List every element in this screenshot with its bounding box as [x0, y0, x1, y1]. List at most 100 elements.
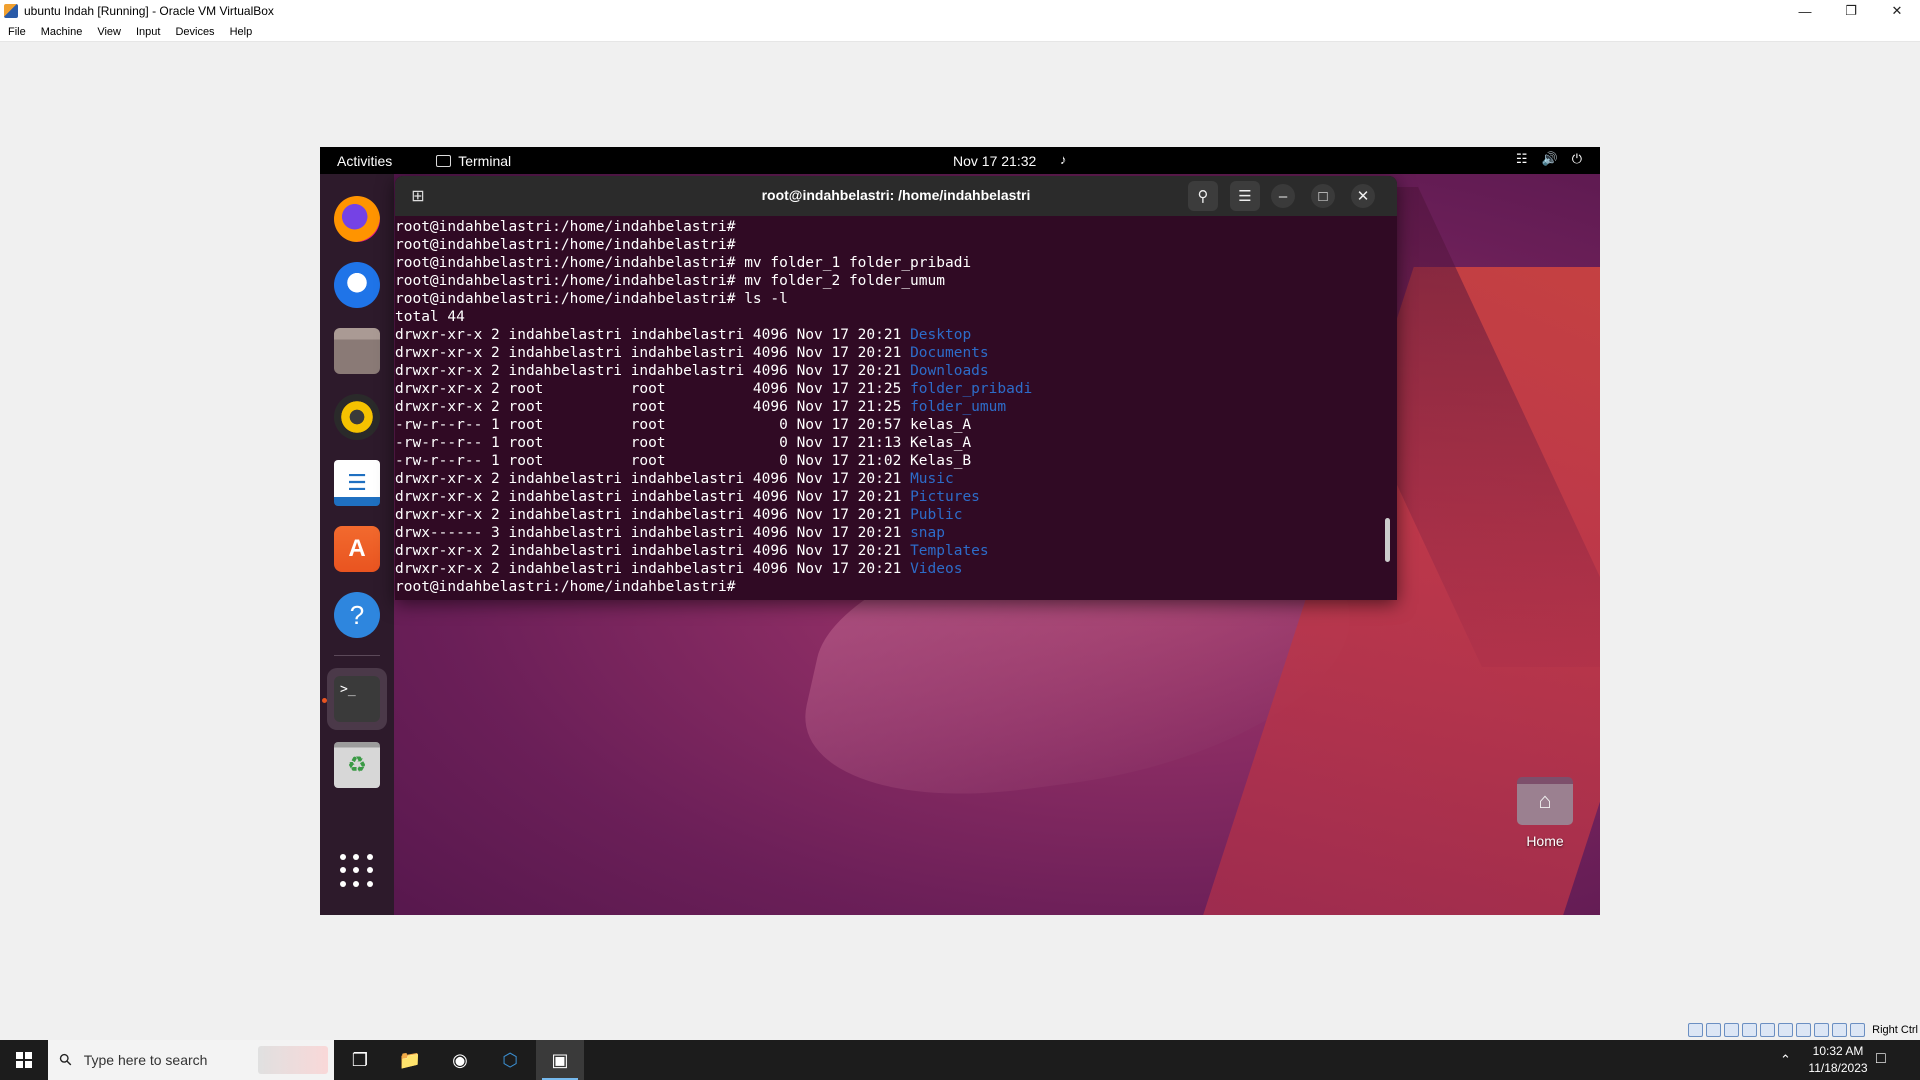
terminal-line-text: root@indahbelastri:/home/indahbelastri# — [395, 579, 736, 595]
directory-name: Music — [910, 471, 954, 487]
app-center-icon[interactable]: A — [334, 526, 380, 572]
directory-name: folder_pribadi — [910, 381, 1033, 397]
show-applications-icon[interactable] — [340, 854, 374, 888]
menu-machine[interactable]: Machine — [41, 26, 83, 38]
close-icon[interactable]: ✕ — [1351, 184, 1375, 208]
close-button[interactable]: ✕ — [1874, 0, 1920, 22]
terminal-line: root@indahbelastri:/home/indahbelastri# — [395, 578, 1385, 596]
desktop-home-icon[interactable]: ⌂ Home — [1500, 777, 1590, 849]
menu-devices[interactable]: Devices — [175, 26, 214, 38]
terminal-line-text: drwx------ 3 indahbelastri indahbelastri… — [395, 525, 911, 541]
terminal-line: drwx------ 3 indahbelastri indahbelastri… — [395, 524, 1385, 542]
menu-help[interactable]: Help — [230, 26, 253, 38]
files-icon[interactable] — [334, 328, 380, 374]
terminal-line-text: root@indahbelastri:/home/indahbelastri# … — [395, 291, 788, 307]
host-titlebar: ubuntu Indah [Running] - Oracle VM Virtu… — [0, 0, 1920, 22]
help-icon[interactable]: ? — [334, 592, 380, 638]
maximize-icon[interactable]: □ — [1311, 184, 1335, 208]
display-icon[interactable] — [1796, 1023, 1812, 1037]
virtualbox-icon — [4, 4, 18, 18]
gnome-topbar: Activities Terminal Nov 17 21:32 ♪ ☷ 🔊 ⏻ — [320, 147, 1600, 174]
start-button[interactable] — [0, 1040, 48, 1080]
vm-screen[interactable]: Activities Terminal Nov 17 21:32 ♪ ☷ 🔊 ⏻… — [320, 147, 1600, 915]
firefox-icon[interactable] — [334, 196, 380, 242]
terminal-line: drwxr-xr-x 2 indahbelastri indahbelastri… — [395, 326, 1385, 344]
notification-bell-icon[interactable]: ♪ — [1060, 152, 1067, 167]
directory-name: Videos — [910, 561, 963, 577]
terminal-line-text: root@indahbelastri:/home/indahbelastri# — [395, 237, 736, 253]
directory-name: Documents — [910, 345, 989, 361]
terminal-headerbar[interactable]: ⊞ root@indahbelastri: /home/indahbelastr… — [395, 176, 1397, 216]
volume-icon: 🔊 — [1541, 151, 1558, 166]
activities-button[interactable]: Activities — [337, 153, 392, 169]
windows-logo-icon — [16, 1052, 32, 1068]
directory-name: Templates — [910, 543, 989, 559]
libreoffice-writer-icon[interactable]: ☰ — [334, 460, 380, 506]
directory-name: snap — [910, 525, 945, 541]
cpu-icon[interactable] — [1832, 1023, 1848, 1037]
power-icon: ⏻ — [1571, 151, 1582, 166]
search-icon[interactable]: ⚲ — [1188, 181, 1218, 211]
menu-view[interactable]: View — [97, 26, 121, 38]
menu-input[interactable]: Input — [136, 26, 160, 38]
hard-disk-icon[interactable] — [1688, 1023, 1704, 1037]
terminal-line: root@indahbelastri:/home/indahbelastri# — [395, 218, 1385, 236]
terminal-line: drwxr-xr-x 2 root root 4096 Nov 17 21:25… — [395, 398, 1385, 416]
mouse-integration-icon[interactable] — [1850, 1023, 1866, 1037]
terminal-line-text: root@indahbelastri:/home/indahbelastri# … — [395, 273, 945, 289]
vm-status-bar: Right Ctrl — [1688, 1021, 1920, 1039]
app-menu[interactable]: Terminal — [436, 153, 511, 169]
network-icon[interactable] — [1742, 1023, 1758, 1037]
app-menu-label: Terminal — [458, 152, 512, 169]
file-explorer-icon[interactable]: 📁 — [386, 1040, 434, 1080]
network-icon: ☷ — [1515, 151, 1528, 166]
directory-name: Desktop — [910, 327, 972, 343]
tray-chevron-icon[interactable]: ⌃ — [1780, 1052, 1791, 1068]
terminal-window[interactable]: ⊞ root@indahbelastri: /home/indahbelastr… — [395, 176, 1397, 600]
minimize-button[interactable]: — — [1782, 0, 1828, 22]
restore-button[interactable]: ❐ — [1828, 0, 1874, 22]
terminal-line: -rw-r--r-- 1 root root 0 Nov 17 20:57 ke… — [395, 416, 1385, 434]
menu-file[interactable]: File — [8, 26, 26, 38]
host-menubar: File Machine View Input Devices Help — [0, 22, 1920, 42]
minimize-icon[interactable]: – — [1271, 184, 1295, 208]
terminal-line: root@indahbelastri:/home/indahbelastri# — [395, 236, 1385, 254]
shared-folders-icon[interactable] — [1778, 1023, 1794, 1037]
terminal-line-text: drwxr-xr-x 2 indahbelastri indahbelastri… — [395, 561, 911, 577]
dock: ☰ A ? >_ ♻ — [320, 174, 394, 915]
recording-icon[interactable] — [1814, 1023, 1830, 1037]
virtualbox-vm-icon[interactable]: ▣ — [536, 1040, 584, 1080]
terminal-line: drwxr-xr-x 2 indahbelastri indahbelastri… — [395, 542, 1385, 560]
system-tray[interactable]: ☷ 🔊 ⏻ — [1516, 151, 1582, 167]
optical-drive-icon[interactable] — [1706, 1023, 1722, 1037]
taskbar-clock[interactable]: 10:32 AM 11/18/2023 — [1798, 1043, 1878, 1077]
terminal-line-text: -rw-r--r-- 1 root root 0 Nov 17 21:02 Ke… — [395, 453, 972, 469]
directory-name: folder_umum — [910, 399, 1007, 415]
search-highlight-image — [258, 1046, 328, 1074]
home-label: Home — [1526, 833, 1564, 849]
host-window-controls: — ❐ ✕ — [1782, 0, 1920, 22]
terminal-line: root@indahbelastri:/home/indahbelastri# … — [395, 254, 1385, 272]
terminal-scrollbar[interactable] — [1385, 518, 1390, 562]
notification-center-icon[interactable]: □ — [1876, 1050, 1886, 1068]
hamburger-menu-icon[interactable]: ☰ — [1230, 181, 1260, 211]
host-window-title: ubuntu Indah [Running] - Oracle VM Virtu… — [24, 4, 274, 18]
taskbar-search-box[interactable]: ⚲ Type here to search — [48, 1040, 334, 1080]
terminal-line-text: drwxr-xr-x 2 indahbelastri indahbelastri… — [395, 345, 911, 361]
terminal-line: root@indahbelastri:/home/indahbelastri# … — [395, 290, 1385, 308]
trash-icon[interactable]: ♻ — [334, 742, 380, 788]
terminal-line-text: -rw-r--r-- 1 root root 0 Nov 17 21:13 Ke… — [395, 435, 972, 451]
task-view-icon[interactable]: ❐ — [336, 1040, 384, 1080]
clock[interactable]: Nov 17 21:32 — [953, 153, 1036, 169]
thunderbird-icon[interactable] — [334, 262, 380, 308]
taskbar-app-icon[interactable]: ◉ — [436, 1040, 484, 1080]
terminal-output[interactable]: root@indahbelastri:/home/indahbelastri# r… — [395, 218, 1385, 598]
taskbar-date: 11/18/2023 — [1808, 1061, 1868, 1075]
usb-icon[interactable] — [1760, 1023, 1776, 1037]
terminal-icon[interactable]: >_ — [334, 676, 380, 722]
terminal-line: drwxr-xr-x 2 indahbelastri indahbelastri… — [395, 362, 1385, 380]
terminal-line: drwxr-xr-x 2 indahbelastri indahbelastri… — [395, 344, 1385, 362]
virtualbox-manager-icon[interactable]: ⬡ — [486, 1040, 534, 1080]
rhythmbox-icon[interactable] — [334, 394, 380, 440]
audio-icon[interactable] — [1724, 1023, 1740, 1037]
